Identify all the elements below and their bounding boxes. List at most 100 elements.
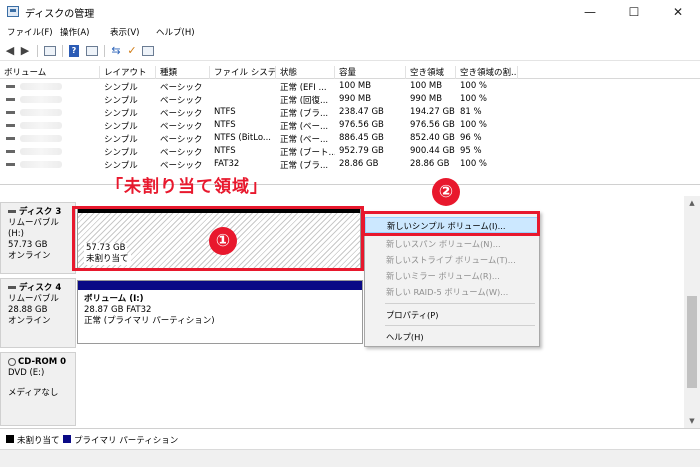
menu-help-item[interactable]: ヘルプ(H) bbox=[365, 329, 539, 345]
close-button[interactable]: ✕ bbox=[656, 0, 700, 24]
menu-new-raid5-volume[interactable]: 新しい RAID-5 ボリューム(W)... bbox=[365, 284, 539, 300]
scroll-down-arrow-icon[interactable]: ▼ bbox=[684, 414, 700, 428]
connect-icon[interactable]: ⇆ bbox=[110, 44, 122, 58]
menu-view[interactable]: 表示(V) bbox=[110, 26, 139, 38]
minimize-button[interactable]: — bbox=[568, 0, 612, 24]
column-status[interactable]: 状態 bbox=[276, 66, 335, 79]
cell-type: ベーシック bbox=[160, 96, 203, 106]
properties-icon[interactable] bbox=[86, 46, 98, 56]
cell-capacity: 28.86 GB bbox=[339, 159, 379, 169]
cell-free: 976.56 GB bbox=[410, 120, 455, 130]
scroll-up-arrow-icon[interactable]: ▲ bbox=[684, 196, 700, 210]
pane-splitter[interactable] bbox=[0, 184, 700, 196]
back-arrow-icon[interactable]: ◀ bbox=[4, 44, 16, 58]
disk3-label[interactable]: ディスク 3 リムーバブル (H:) 57.73 GB オンライン bbox=[0, 202, 76, 274]
toolbar: ◀ ▶ ? ⇆ ✓ bbox=[0, 41, 700, 61]
column-volume[interactable]: ボリューム bbox=[0, 66, 100, 79]
menu-action[interactable]: 操作(A) bbox=[60, 26, 89, 38]
cdrom-label[interactable]: CD-ROM 0 DVD (E:) メディアなし bbox=[0, 352, 76, 426]
cell-filesystem: NTFS (BitLo... bbox=[214, 133, 271, 143]
cell-type: ベーシック bbox=[160, 148, 203, 158]
list-icon[interactable] bbox=[142, 46, 154, 56]
title-bar: ディスクの管理 — ☐ ✕ bbox=[0, 0, 700, 24]
column-type[interactable]: 種類 bbox=[156, 66, 210, 79]
forward-arrow-icon[interactable]: ▶ bbox=[19, 44, 31, 58]
annotation-step-2: ② bbox=[432, 178, 460, 206]
check-icon[interactable]: ✓ bbox=[126, 44, 138, 58]
cell-type: ベーシック bbox=[160, 161, 203, 171]
menu-properties[interactable]: プロパティ(P) bbox=[365, 307, 539, 323]
cell-free: 900.44 GB bbox=[410, 146, 455, 156]
primary-partition[interactable]: ボリューム (I:) 28.87 GB FAT32 正常 (プライマリ パーティ… bbox=[77, 280, 363, 344]
menu-new-spanned-volume[interactable]: 新しいスパン ボリューム(N)... bbox=[365, 236, 539, 252]
table-row[interactable]: シンプル ベーシック 正常 (回復... 990 MB 990 MB 100 % bbox=[0, 93, 700, 106]
volume-name-redacted bbox=[20, 161, 62, 168]
removable-disk-icon bbox=[8, 286, 16, 289]
volume-name-redacted bbox=[20, 122, 62, 129]
cell-type: ベーシック bbox=[160, 83, 203, 93]
cell-filesystem: NTFS bbox=[214, 146, 236, 156]
drive-icon bbox=[6, 98, 15, 101]
toolbar-separator bbox=[104, 45, 105, 57]
cell-status: 正常 (ベー... bbox=[280, 135, 329, 145]
volume-i-size: 28.87 GB FAT32 bbox=[84, 305, 152, 315]
cell-capacity: 886.45 GB bbox=[339, 133, 384, 143]
status-bar bbox=[0, 449, 700, 467]
volume-name-redacted bbox=[20, 109, 62, 116]
menu-new-mirror-volume[interactable]: 新しいミラー ボリューム(R)... bbox=[365, 268, 539, 284]
cd-rom-icon bbox=[8, 357, 16, 366]
vertical-scrollbar[interactable]: ▲ ▼ bbox=[684, 196, 700, 428]
menu-file[interactable]: ファイル(F) bbox=[7, 26, 53, 38]
window-title: ディスクの管理 bbox=[25, 9, 95, 20]
maximize-button[interactable]: ☐ bbox=[612, 0, 656, 24]
table-row[interactable]: シンプル ベーシック NTFS 正常 (ベー... 976.56 GB 976.… bbox=[0, 119, 700, 132]
volume-name-redacted bbox=[20, 96, 62, 103]
disk-management-icon bbox=[7, 6, 19, 17]
volume-name-redacted bbox=[20, 148, 62, 155]
menu-separator bbox=[385, 303, 535, 304]
cell-type: ベーシック bbox=[160, 109, 203, 119]
column-free-percent[interactable]: 空き領域の割... bbox=[456, 66, 518, 79]
volume-name-redacted bbox=[20, 83, 62, 90]
disk4-name: ディスク 4 bbox=[19, 283, 62, 293]
cell-capacity: 238.47 GB bbox=[339, 107, 384, 117]
annotation-step-1: ① bbox=[209, 227, 237, 255]
scroll-thumb[interactable] bbox=[687, 296, 697, 388]
table-row[interactable]: シンプル ベーシック FAT32 正常 (ブラ... 28.86 GB 28.8… bbox=[0, 158, 700, 171]
cell-type: ベーシック bbox=[160, 122, 203, 132]
volume-i-status: 正常 (プライマリ パーティション) bbox=[84, 316, 215, 326]
column-capacity[interactable]: 容量 bbox=[335, 66, 406, 79]
table-row[interactable]: シンプル ベーシック NTFS 正常 (ブート... 952.79 GB 900… bbox=[0, 145, 700, 158]
cell-free: 28.86 GB bbox=[410, 159, 450, 169]
drive-icon bbox=[6, 111, 15, 114]
cell-layout: シンプル bbox=[104, 122, 138, 132]
table-row[interactable]: シンプル ベーシック NTFS (BitLo... 正常 (ベー... 886.… bbox=[0, 132, 700, 145]
show-hide-console-icon[interactable] bbox=[44, 46, 56, 56]
menu-bar: ファイル(F) 操作(A) 表示(V) ヘルプ(H) bbox=[0, 24, 700, 41]
cell-percent: 100 % bbox=[460, 94, 488, 104]
cell-free: 194.27 GB bbox=[410, 107, 455, 117]
disk4-label[interactable]: ディスク 4 リムーバブル 28.88 GB オンライン bbox=[0, 278, 76, 348]
disk4-state: オンライン bbox=[8, 316, 51, 326]
volume-i-name: ボリューム (I:) bbox=[84, 294, 144, 304]
cell-status: 正常 (ブラ... bbox=[280, 161, 329, 171]
legend-unallocated-swatch bbox=[6, 435, 14, 443]
column-free-space[interactable]: 空き領域 bbox=[406, 66, 456, 79]
volume-table-header: ボリューム レイアウト 種類 ファイル システム 状態 容量 空き領域 空き領域… bbox=[0, 65, 700, 79]
cell-percent: 100 % bbox=[460, 159, 488, 169]
column-layout[interactable]: レイアウト bbox=[100, 66, 156, 79]
volume-name-redacted bbox=[20, 135, 62, 142]
cell-free: 100 MB bbox=[410, 81, 443, 91]
table-row[interactable]: シンプル ベーシック NTFS 正常 (ブラ... 238.47 GB 194.… bbox=[0, 106, 700, 119]
cell-layout: シンプル bbox=[104, 161, 138, 171]
disk3-state: オンライン bbox=[8, 251, 51, 261]
cell-percent: 100 % bbox=[460, 81, 488, 91]
help-icon[interactable]: ? bbox=[69, 45, 79, 57]
column-filesystem[interactable]: ファイル システム bbox=[210, 66, 276, 79]
menu-help[interactable]: ヘルプ(H) bbox=[156, 26, 195, 38]
menu-new-striped-volume[interactable]: 新しいストライプ ボリューム(T)... bbox=[365, 252, 539, 268]
disk4-size: 28.88 GB bbox=[8, 305, 48, 315]
table-row[interactable]: シンプル ベーシック 正常 (EFI ... 100 MB 100 MB 100… bbox=[0, 80, 700, 93]
cell-type: ベーシック bbox=[160, 135, 203, 145]
cell-capacity: 990 MB bbox=[339, 94, 372, 104]
